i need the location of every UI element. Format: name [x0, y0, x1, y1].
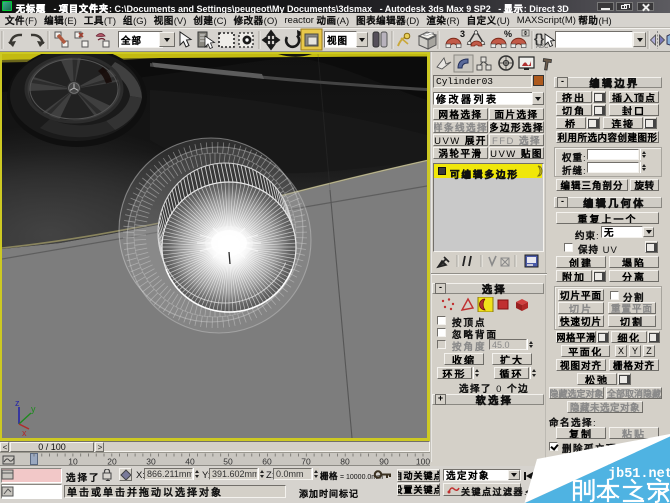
svg-text:10: 10 [68, 457, 78, 467]
svg-text:z: z [15, 398, 20, 408]
svg-text:x: x [22, 428, 27, 438]
svg-text:50: 50 [223, 457, 233, 467]
svg-text:90: 90 [379, 457, 389, 467]
svg-text:%: % [504, 29, 512, 39]
svg-text:y: y [31, 404, 36, 414]
svg-text:20: 20 [107, 457, 117, 467]
svg-text:3: 3 [460, 29, 465, 39]
svg-text:ABC: ABC [536, 44, 549, 50]
svg-text:30: 30 [146, 457, 156, 467]
svg-text:60: 60 [262, 457, 272, 467]
svg-text:70: 70 [301, 457, 311, 467]
svg-text:40: 40 [185, 457, 195, 467]
svg-text:80: 80 [340, 457, 350, 467]
